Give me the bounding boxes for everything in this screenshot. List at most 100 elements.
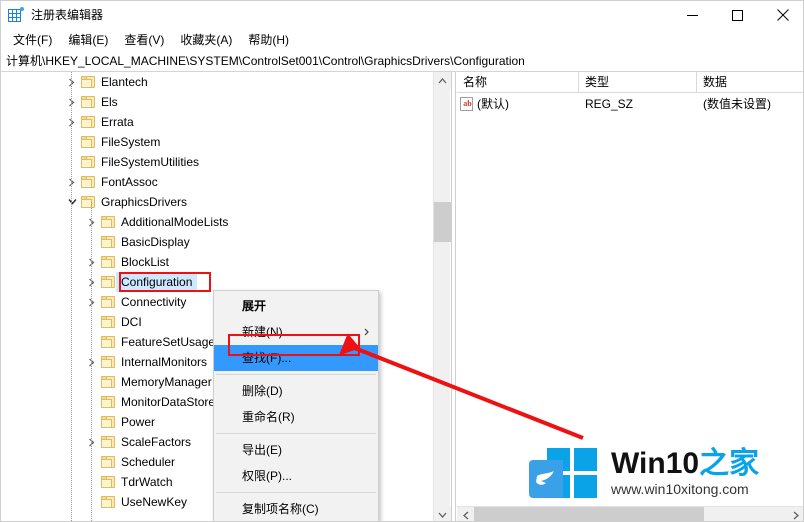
chevron-right-icon[interactable]: [84, 272, 100, 292]
minimize-button[interactable]: [670, 1, 715, 29]
column-header-type[interactable]: 类型: [579, 72, 697, 93]
submenu-chevron-right-icon: [364, 319, 369, 345]
tree-item-additionalmodelists[interactable]: AdditionalModeLists: [1, 212, 433, 232]
chevron-right-icon[interactable]: [84, 292, 100, 312]
tree-item-els[interactable]: Els: [1, 92, 433, 112]
chevron-right-icon: [89, 358, 95, 366]
scroll-up-button[interactable]: [434, 72, 451, 89]
pane-splitter[interactable]: [451, 72, 456, 521]
window-controls: [670, 1, 803, 29]
folder-icon: [80, 172, 96, 192]
folder-icon: [100, 452, 116, 472]
tree-connector-icon: [64, 132, 80, 152]
folder-icon: [100, 252, 116, 272]
menu-favorites[interactable]: 收藏夹(A): [172, 30, 240, 50]
tree-item-graphicsdrivers[interactable]: GraphicsDrivers: [1, 192, 433, 212]
tree-item-configuration[interactable]: Configuration: [1, 272, 433, 292]
tree-connector-icon: [84, 312, 100, 332]
title-bar[interactable]: 注册表编辑器: [1, 1, 803, 29]
context-menu-item[interactable]: 展开: [214, 293, 378, 319]
chevron-right-icon[interactable]: [84, 432, 100, 452]
scroll-thumb[interactable]: [434, 202, 451, 242]
close-button[interactable]: [760, 1, 803, 29]
chevron-right-icon[interactable]: [64, 92, 80, 112]
folder-icon: [80, 152, 96, 172]
chevron-right-icon[interactable]: [84, 252, 100, 272]
menu-edit[interactable]: 编辑(E): [60, 30, 116, 50]
folder-icon: [100, 432, 116, 452]
tree-item-label: MemoryManager: [121, 375, 212, 389]
folder-icon: [100, 232, 116, 252]
context-menu-item[interactable]: 权限(P)...: [214, 463, 378, 489]
chevron-down-icon: [67, 199, 77, 205]
tree-connector-icon: [84, 492, 100, 512]
chevron-right-icon[interactable]: [64, 72, 80, 92]
folder-icon: [100, 332, 116, 352]
tree-item-filesystem[interactable]: FileSystem: [1, 132, 433, 152]
context-menu-separator: [216, 492, 376, 493]
tree-item-label: Els: [101, 95, 118, 109]
tree-item-errata[interactable]: Errata: [1, 112, 433, 132]
table-row[interactable]: ab (默认) REG_SZ (数值未设置): [457, 93, 803, 115]
context-menu[interactable]: 展开 新建(N) 查找(F)... 删除(D) 重命名(R) 导出(E) 权限(P)... 复…: [213, 290, 379, 521]
list-horizontal-scrollbar[interactable]: [457, 506, 803, 521]
hscroll-thumb[interactable]: [474, 507, 704, 521]
column-header-data[interactable]: 数据: [697, 72, 803, 93]
tree-connector-icon: [84, 472, 100, 492]
chevron-right-icon[interactable]: [84, 352, 100, 372]
tree-item-label: Scheduler: [121, 455, 176, 469]
chevron-right-icon: [69, 78, 75, 86]
folder-icon: [100, 472, 116, 492]
folder-icon: [80, 132, 96, 152]
windows-logo-icon: [529, 448, 597, 498]
menu-view[interactable]: 查看(V): [116, 30, 172, 50]
tree-connector-icon: [84, 412, 100, 432]
string-value-icon: ab: [460, 97, 473, 111]
folder-icon: [100, 352, 116, 372]
tree-vertical-scrollbar[interactable]: [433, 72, 451, 521]
address-bar[interactable]: 计算机\HKEY_LOCAL_MACHINE\SYSTEM\ControlSet…: [1, 51, 803, 72]
tree-item-label: FeatureSetUsage: [121, 335, 216, 349]
tree-item-fontassoc[interactable]: FontAssoc: [1, 172, 433, 192]
tree-item-blocklist[interactable]: BlockList: [1, 252, 433, 272]
tree-item-basicdisplay[interactable]: BasicDisplay: [1, 232, 433, 252]
maximize-button[interactable]: [715, 1, 760, 29]
scroll-right-button[interactable]: [787, 507, 803, 521]
scroll-left-button[interactable]: [457, 507, 474, 521]
context-menu-item[interactable]: 导出(E): [214, 437, 378, 463]
context-menu-item-label: 权限(P)...: [242, 469, 292, 483]
tree-item-filesystemutilities[interactable]: FileSystemUtilities: [1, 152, 433, 172]
chevron-right-icon: [69, 98, 75, 106]
tree-item-label: AdditionalModeLists: [121, 215, 229, 229]
tree-item-elantech[interactable]: Elantech: [1, 72, 433, 92]
chevron-right-icon[interactable]: [84, 212, 100, 232]
folder-icon: [100, 212, 116, 232]
watermark-url: www.win10xitong.com: [611, 481, 749, 497]
tree-item-label: Elantech: [101, 75, 148, 89]
column-header-name[interactable]: 名称: [457, 72, 579, 93]
scroll-down-button[interactable]: [434, 506, 451, 521]
context-menu-item[interactable]: 重命名(R): [214, 404, 378, 430]
context-menu-item[interactable]: 删除(D): [214, 378, 378, 404]
context-menu-item[interactable]: 新建(N): [214, 319, 378, 345]
folder-icon: [100, 412, 116, 432]
chevron-right-icon[interactable]: [64, 172, 80, 192]
folder-icon: [100, 372, 116, 392]
context-menu-item[interactable]: 查找(F)...: [214, 345, 378, 371]
menu-file[interactable]: 文件(F): [5, 30, 60, 50]
chevron-right-icon: [69, 178, 75, 186]
tree-item-label: Connectivity: [121, 295, 187, 309]
folder-icon: [80, 92, 96, 112]
chevron-right-icon: [89, 278, 95, 286]
tree-item-label: Power: [121, 415, 156, 429]
chevron-down-icon[interactable]: [64, 192, 80, 212]
window-title: 注册表编辑器: [31, 8, 104, 22]
context-menu-item[interactable]: 复制项名称(C): [214, 496, 378, 521]
chevron-right-icon: [69, 118, 75, 126]
tree-item-label: UseNewKey: [121, 495, 188, 509]
value-type-cell: REG_SZ: [585, 97, 634, 111]
registry-icon: [8, 7, 24, 23]
menu-help[interactable]: 帮助(H): [240, 30, 297, 50]
chevron-right-icon[interactable]: [64, 112, 80, 132]
value-data-cell: (数值未设置): [703, 97, 771, 111]
